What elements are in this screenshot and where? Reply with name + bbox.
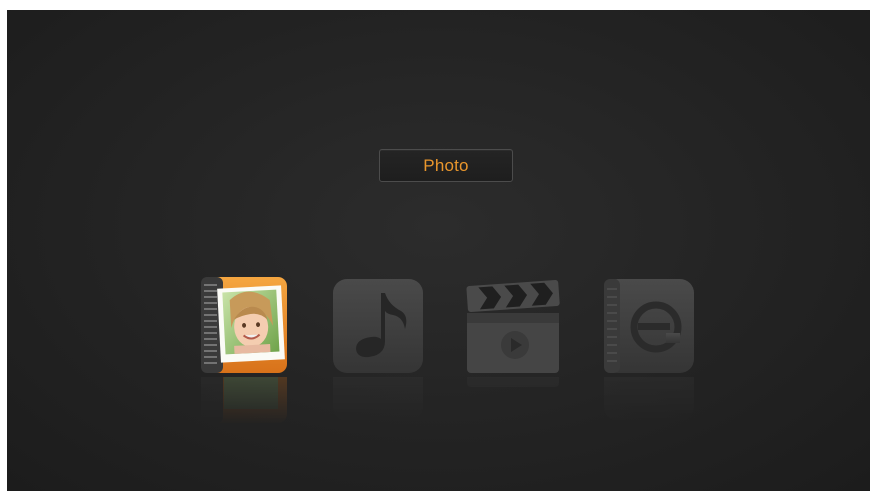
menu-item-music[interactable] [329, 275, 425, 421]
ebook-icon [604, 279, 694, 373]
photo-album-icon [201, 277, 287, 373]
music-reflection [329, 377, 425, 425]
media-menu-screen: Photo [7, 10, 870, 491]
selected-item-label-box: Photo [379, 149, 513, 182]
media-icon-row [7, 275, 870, 445]
movie-reflection [465, 377, 561, 425]
menu-item-ebook[interactable] [600, 275, 696, 421]
menu-item-movie[interactable] [465, 275, 561, 387]
music-note-icon [333, 279, 423, 373]
photo-reflection [195, 377, 291, 425]
menu-item-photo[interactable] [195, 275, 291, 423]
clapperboard-icon [466, 280, 560, 373]
selected-item-label: Photo [423, 155, 469, 175]
ebook-reflection [600, 377, 696, 425]
